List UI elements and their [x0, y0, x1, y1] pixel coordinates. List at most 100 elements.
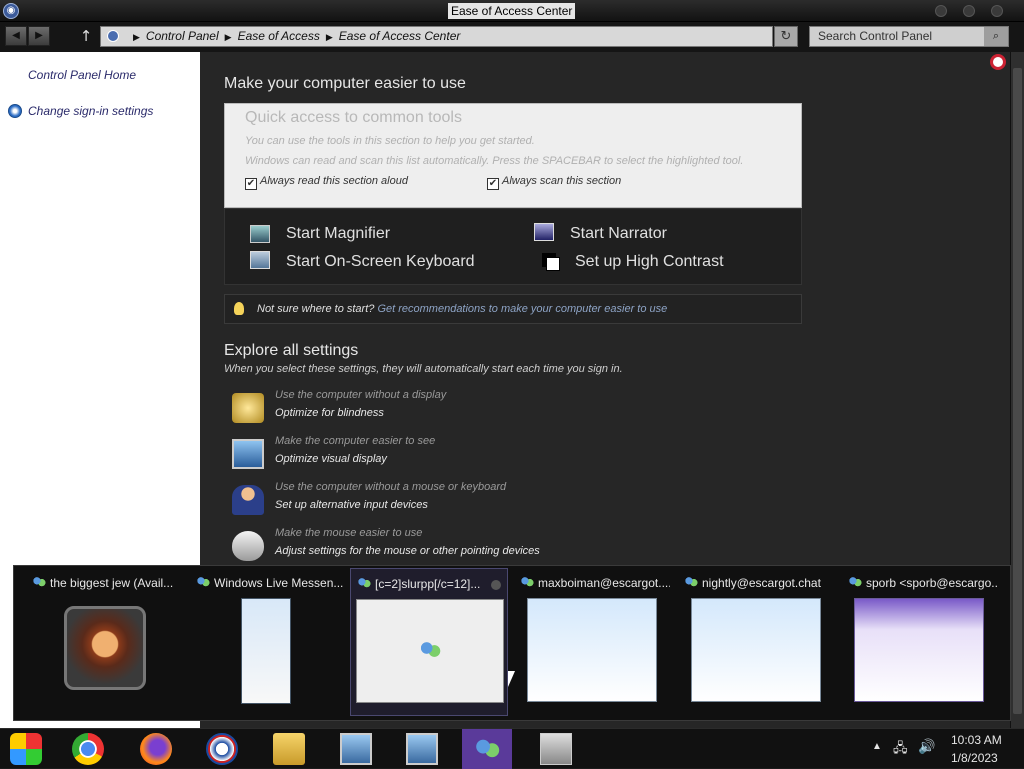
start-magnifier-link[interactable]: Start Magnifier: [286, 225, 390, 243]
recommendations-link[interactable]: Get recommendations to make your compute…: [377, 303, 667, 315]
network-icon[interactable]: 🖧: [893, 739, 908, 761]
quick-access-line1: You can use the tools in this section to…: [245, 135, 535, 147]
messenger-icon: [684, 576, 698, 588]
quick-access-line2: Windows can read and scan this list auto…: [245, 155, 744, 167]
change-sign-in-settings-link[interactable]: Change sign-in settings: [28, 104, 153, 118]
always-read-label: Always read this section aloud: [260, 175, 408, 187]
messenger-icon: [520, 576, 534, 588]
window-thumbnail[interactable]: nightly@escargot.chat: [678, 568, 836, 716]
messenger-taskbar-button[interactable]: [462, 729, 512, 769]
search-icon[interactable]: ⌕: [984, 27, 1008, 46]
messenger-icon: [196, 576, 210, 588]
explore-subtitle: When you select these settings, they wil…: [224, 363, 623, 375]
scrollbar-thumb[interactable]: [1013, 68, 1022, 714]
chrome-icon[interactable]: [72, 733, 104, 765]
address-bar[interactable]: ▶ Control Panel ▶ Ease of Access ▶ Ease of Ac…: [100, 26, 773, 47]
tools-panel: Start Magnifier Start Narrator Start On-…: [224, 208, 802, 285]
display-lamp-icon: [232, 393, 264, 423]
always-read-checkbox[interactable]: ✔ Always read this section aloud: [245, 175, 408, 190]
quick-access-panel: Quick access to common tools You can use…: [224, 103, 802, 208]
always-scan-checkbox[interactable]: ✔ Always scan this section: [487, 175, 621, 190]
optimize-visual-display-link[interactable]: Optimize visual display: [275, 453, 387, 465]
control-panel-home-link[interactable]: Control Panel Home: [28, 68, 136, 82]
navigation-bar: ◀ ▶ ↑ ▶ Control Panel ▶ Ease of Access ▶ Ease…: [0, 22, 1024, 52]
chevron-right-icon: ▶: [133, 32, 140, 42]
taskbar-thumbnail-popup: the biggest jew (Avail... Windows Live M…: [13, 565, 1011, 721]
checkmark-icon: ✔: [487, 178, 499, 190]
option-description: Use the computer without a display: [275, 389, 447, 401]
start-narrator-link[interactable]: Start Narrator: [570, 225, 667, 243]
window-thumbnail[interactable]: sporb <sporb@escargo...: [842, 568, 1000, 716]
alternative-input-link[interactable]: Set up alternative input devices: [275, 499, 428, 511]
window-thumbnail-title: Windows Live Messen...: [214, 576, 344, 590]
set-up-high-contrast-link[interactable]: Set up High Contrast: [575, 253, 724, 271]
start-on-screen-keyboard-link[interactable]: Start On-Screen Keyboard: [286, 253, 475, 271]
messenger-icon: [474, 737, 500, 761]
explore-heading: Explore all settings: [224, 342, 359, 359]
volume-icon[interactable]: 🔊: [918, 738, 935, 755]
always-scan-label: Always scan this section: [502, 175, 622, 187]
window-thumbnail-active[interactable]: [c=2]slurpp[/c=12]...: [350, 568, 508, 716]
window-title: Ease of Access Center: [448, 3, 576, 19]
quick-access-title: Quick access to common tools: [245, 109, 462, 126]
file-explorer-icon[interactable]: [273, 733, 305, 765]
refresh-button[interactable]: ↻: [774, 26, 798, 47]
window-thumbnail[interactable]: the biggest jew (Avail...: [26, 568, 184, 716]
control-panel-icon[interactable]: ◉: [3, 3, 19, 19]
chat-window-preview: [854, 598, 984, 702]
narrator-icon: [534, 223, 554, 241]
control-panel-icon: [107, 30, 119, 42]
breadcrumb-control-panel[interactable]: Control Panel: [146, 29, 219, 43]
start-button-icon[interactable]: [10, 733, 42, 765]
chevron-right-icon: ▶: [224, 32, 232, 42]
option-description: Make the mouse easier to use: [275, 527, 423, 539]
keyboard-icon: [250, 251, 270, 269]
option-blindness[interactable]: Use the computer without a display Optim…: [232, 389, 792, 429]
window-thumbnail-title: the biggest jew (Avail...: [50, 576, 174, 590]
messenger-icon: [357, 577, 371, 589]
messenger-icon: [419, 640, 441, 660]
option-description: Make the computer easier to see: [275, 435, 436, 447]
title-bar: ◉ Ease of Access Center: [0, 0, 1024, 22]
option-alternative-input[interactable]: Use the computer without a mouse or keyb…: [232, 481, 792, 521]
magnifier-icon: [250, 225, 270, 243]
page-title: Make your computer easier to use: [224, 75, 466, 92]
window-thumbnail-title: [c=2]slurpp[/c=12]...: [375, 577, 481, 591]
control-panel-taskbar-icon[interactable]: [340, 733, 372, 765]
clock-time[interactable]: 10:03 AM: [951, 733, 1002, 747]
close-thumbnail-icon[interactable]: [491, 580, 501, 590]
back-button[interactable]: ◀: [5, 26, 27, 46]
checkmark-icon: ✔: [245, 178, 257, 190]
control-panel-taskbar-icon[interactable]: [406, 733, 438, 765]
window-thumbnail-title: sporb <sporb@escargo...: [866, 576, 998, 590]
minimize-button[interactable]: [935, 5, 947, 17]
firefox-icon[interactable]: [140, 733, 172, 765]
up-button[interactable]: ↑: [78, 27, 94, 45]
clock-date[interactable]: 1/8/2023: [951, 751, 998, 765]
mouse-icon: [232, 531, 264, 561]
store-icon[interactable]: [540, 733, 572, 765]
show-hidden-icons-chevron-icon[interactable]: ▲: [872, 741, 882, 752]
window-thumbnail[interactable]: maxboiman@escargot....: [514, 568, 672, 716]
window-thumbnail-title: nightly@escargot.chat: [702, 576, 821, 590]
mouse-settings-link[interactable]: Adjust settings for the mouse or other p…: [275, 545, 540, 557]
not-sure-label: Not sure where to start?: [257, 303, 375, 315]
window-thumbnail-title: maxboiman@escargot....: [538, 576, 670, 590]
breadcrumb-ease-of-access-center[interactable]: Ease of Access Center: [339, 29, 461, 43]
search-input[interactable]: Search Control Panel ⌕: [809, 26, 1009, 47]
mouse-cursor: [508, 671, 515, 687]
maximize-button[interactable]: [963, 5, 975, 17]
window-thumbnail[interactable]: Windows Live Messen...: [190, 568, 348, 716]
breadcrumb-ease-of-access[interactable]: Ease of Access: [238, 29, 320, 43]
vertical-scrollbar[interactable]: [1010, 52, 1024, 728]
close-button[interactable]: [991, 5, 1003, 17]
obama-logo-icon[interactable]: [206, 733, 238, 765]
option-mouse[interactable]: Make the mouse easier to use Adjust sett…: [232, 527, 792, 567]
option-visual-display[interactable]: Make the computer easier to see Optimize…: [232, 435, 792, 475]
help-icon[interactable]: [990, 54, 1006, 70]
forward-button[interactable]: ▶: [28, 26, 50, 46]
chat-window-preview: [527, 598, 657, 702]
contact-avatar: [64, 606, 146, 690]
optimize-for-blindness-link[interactable]: Optimize for blindness: [275, 407, 384, 419]
monitor-icon: [232, 439, 264, 469]
